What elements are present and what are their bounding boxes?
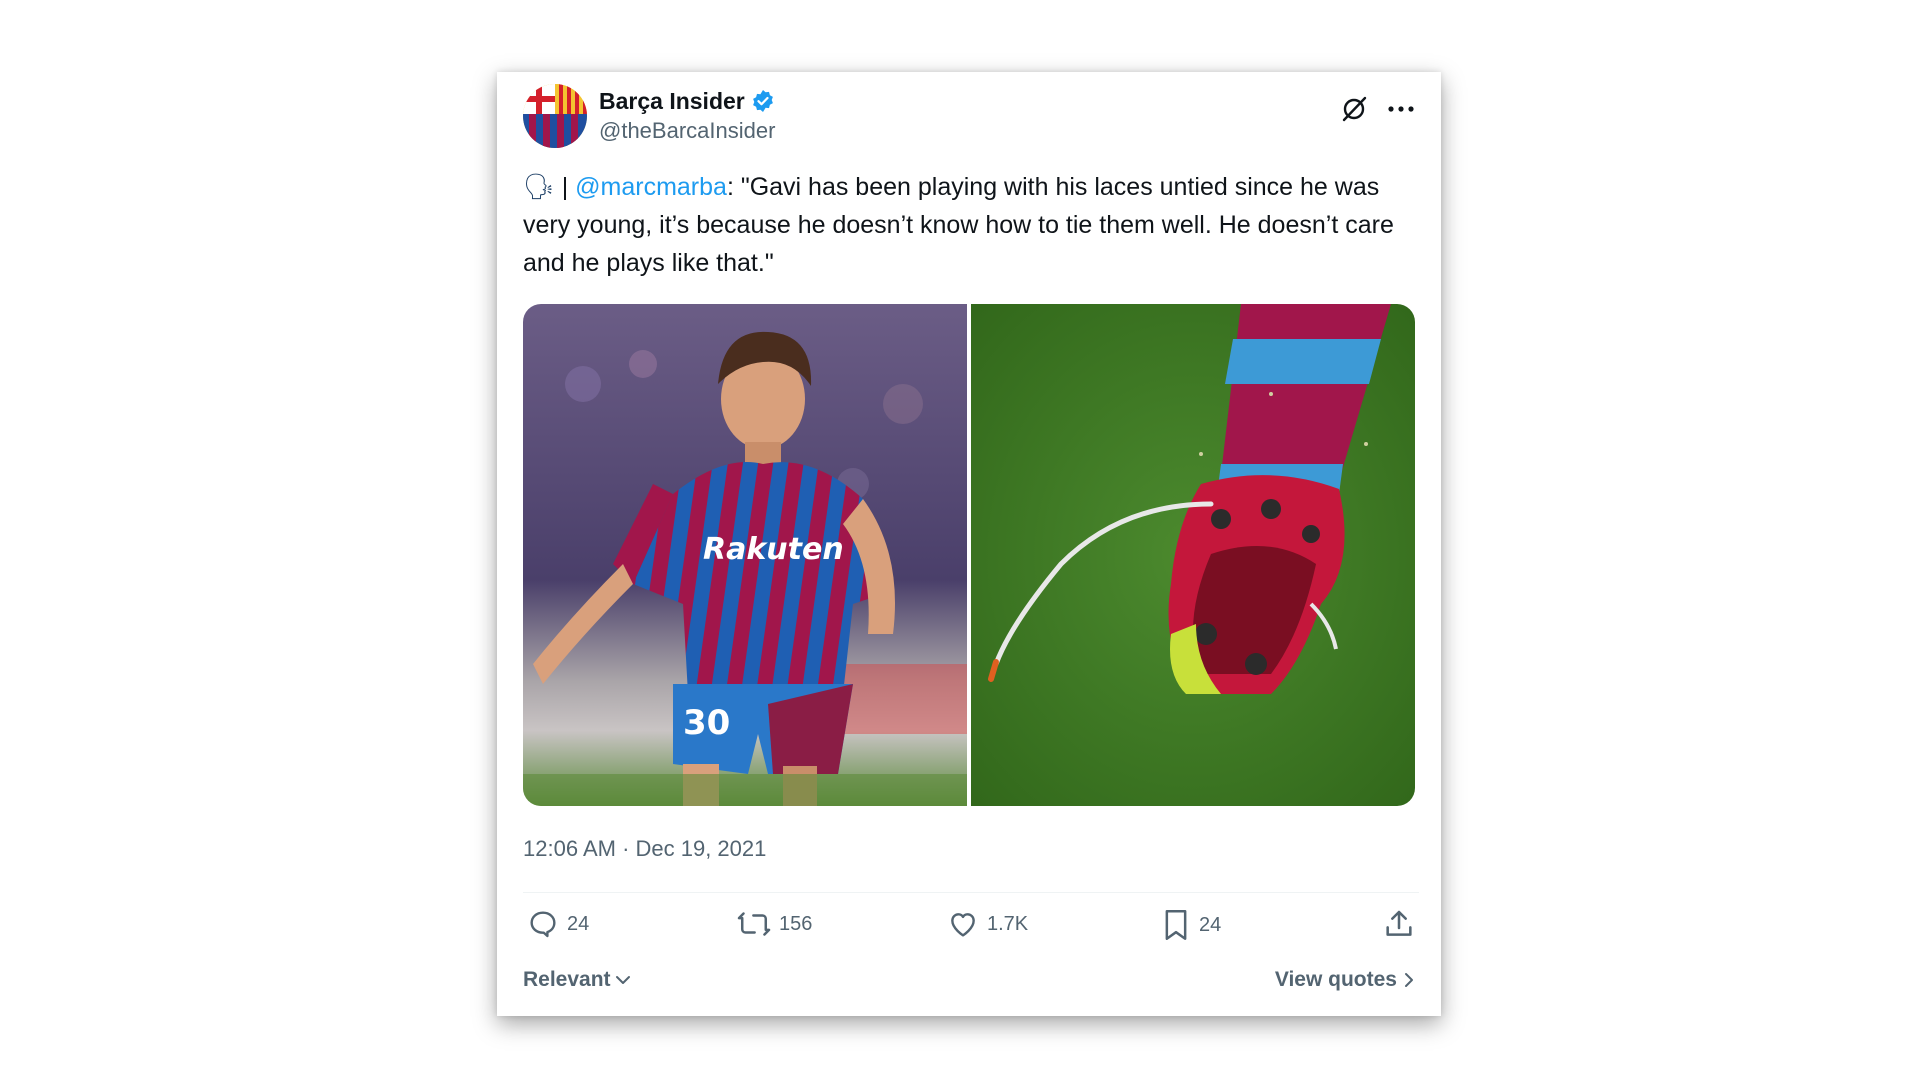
media-image-right[interactable] (971, 304, 1415, 806)
svg-text:Rakuten: Rakuten (703, 532, 844, 567)
boot-laces-photo-icon (971, 304, 1415, 806)
author-display-name-text: Barça Insider (599, 87, 745, 114)
player-photo-icon: Rakuten 30 (523, 304, 967, 806)
view-quotes-label: View quotes (1274, 968, 1397, 991)
media-grid: Rakuten 30 (523, 304, 1415, 806)
reply-count: 24 (567, 912, 590, 935)
chevron-down-icon (615, 976, 630, 984)
tweet-text: 🗣 | @marcmarba: "Gavi has been playing w… (523, 168, 1423, 282)
like-button[interactable]: 1.7K (947, 908, 1028, 940)
repost-button[interactable]: 156 (737, 908, 812, 940)
bookmark-icon (1165, 910, 1187, 940)
avatar[interactable] (523, 84, 587, 148)
tweet-header: Barça Insider @theBarcaInsider (523, 84, 1415, 152)
bookmark-count: 24 (1199, 913, 1222, 936)
repost-icon (737, 912, 771, 936)
verified-badge-icon (752, 90, 773, 112)
bookmark-button[interactable]: 24 (1161, 908, 1221, 942)
text-separator: | (554, 173, 576, 201)
action-bar: 24 156 1.7K 24 (527, 908, 1415, 952)
mention-link[interactable]: @marcmarba (575, 173, 727, 201)
media-image-left[interactable]: Rakuten 30 (523, 304, 967, 806)
view-quotes-link[interactable]: View quotes (1275, 968, 1415, 992)
author-handle[interactable]: @theBarcaInsider (599, 118, 775, 144)
barca-crest-icon (523, 84, 587, 148)
chevron-right-icon (1405, 973, 1413, 987)
repost-count: 156 (779, 912, 813, 935)
speaker-emoji: 🗣 (523, 173, 555, 201)
svg-text:30: 30 (683, 703, 730, 743)
heart-icon (951, 913, 975, 937)
share-button[interactable] (1383, 908, 1415, 940)
reply-icon (530, 911, 556, 938)
tweet-footer: Relevant View quotes (523, 968, 1415, 998)
like-count: 1.7K (987, 912, 1029, 935)
divider (523, 892, 1419, 893)
sort-dropdown[interactable]: Relevant (523, 968, 631, 992)
author-names: Barça Insider @theBarcaInsider (599, 86, 775, 144)
sort-label: Relevant (523, 968, 611, 991)
header-actions (1339, 94, 1415, 124)
share-icon (1386, 910, 1412, 936)
more-options-icon[interactable] (1387, 104, 1415, 114)
tweet-card: Barça Insider @theBarcaInsider 🗣 | @marc… (497, 72, 1441, 1016)
grok-icon[interactable] (1339, 94, 1369, 124)
reply-button[interactable]: 24 (527, 908, 589, 940)
tweet-timestamp[interactable]: 12:06 AM · Dec 19, 2021 (523, 836, 766, 862)
author-display-name[interactable]: Barça Insider (599, 86, 775, 116)
